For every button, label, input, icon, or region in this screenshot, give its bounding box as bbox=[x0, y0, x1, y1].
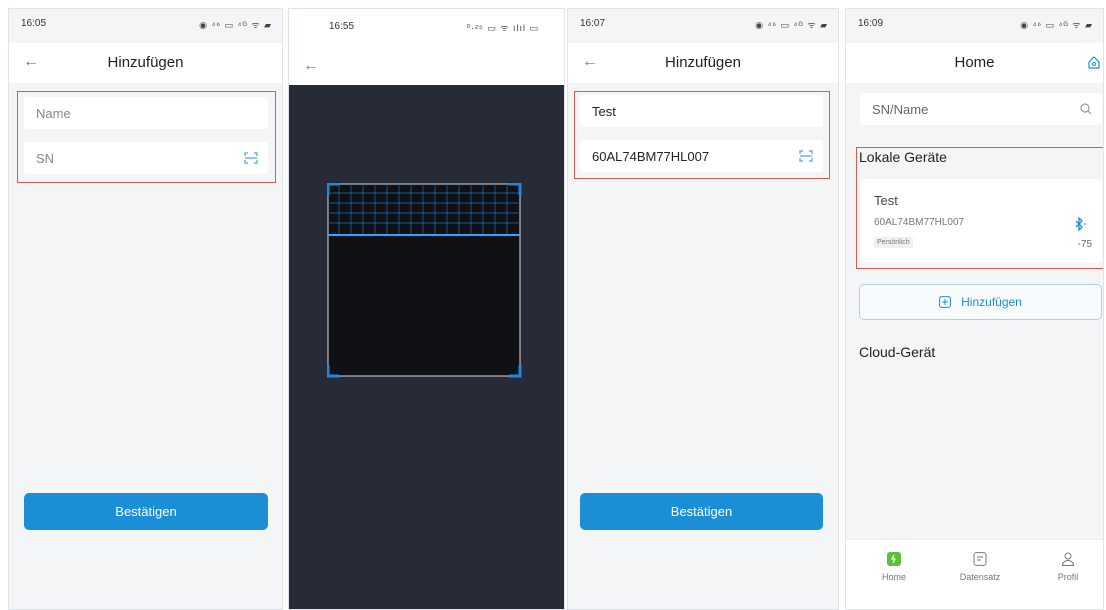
name-value: Test bbox=[592, 103, 616, 119]
phone-screen-add-filled: 16:07 ◉ ⁴⁶ ▭ ⁴ᴳ ᯤ ▰ ← Hinzufügen Test 60… bbox=[567, 8, 839, 610]
scan-frame bbox=[327, 183, 522, 378]
scan-icon[interactable] bbox=[244, 152, 258, 164]
name-input[interactable]: Test bbox=[580, 95, 823, 127]
app-header: ← Hinzufügen bbox=[9, 43, 282, 83]
status-bar: 16:09 ◉ ⁴⁶ ▭ ⁴ᴳ ᯤ ▰ bbox=[846, 9, 1103, 43]
search-placeholder: SN/Name bbox=[872, 101, 929, 117]
status-time: 16:07 bbox=[580, 18, 606, 29]
device-card[interactable]: Test 60AL74BM77HL007 Persönlich -75 bbox=[860, 179, 1102, 263]
plus-icon bbox=[939, 296, 952, 308]
status-time: 16:55 bbox=[329, 21, 355, 32]
status-bar: 16:07 ◉ ⁴⁶ ▭ ⁴ᴳ ᯤ ▰ bbox=[568, 9, 838, 43]
record-icon bbox=[973, 552, 987, 566]
search-icon bbox=[1080, 103, 1092, 115]
device-name: Test bbox=[874, 193, 898, 208]
page-title: Home bbox=[954, 54, 995, 71]
confirm-button[interactable]: Bestätigen bbox=[24, 493, 268, 530]
section-cloud-devices: Cloud-Gerät bbox=[859, 344, 936, 360]
status-time: 16:05 bbox=[21, 18, 47, 29]
add-device-button[interactable]: Hinzufügen bbox=[859, 284, 1102, 320]
confirm-button[interactable]: Bestätigen bbox=[580, 493, 823, 530]
app-header: ← bbox=[289, 43, 564, 85]
home-icon bbox=[887, 552, 901, 566]
name-placeholder: Name bbox=[36, 105, 71, 121]
tab-profil[interactable]: Profil bbox=[1038, 552, 1098, 582]
bluetooth-icon bbox=[1075, 217, 1086, 231]
section-local-devices: Lokale Geräte bbox=[859, 149, 947, 165]
sn-placeholder: SN bbox=[36, 150, 55, 166]
tab-home-label: Home bbox=[881, 572, 906, 582]
status-icons: ⁰·²⁵ ▭ ᯤ ılıl ▭ bbox=[466, 23, 539, 33]
status-icons: ◉ ⁴⁶ ▭ ⁴ᴳ ᯤ ▰ bbox=[1020, 20, 1093, 30]
status-icons: ◉ ⁴⁶ ▭ ⁴ᴳ ᯤ ▰ bbox=[199, 20, 272, 30]
app-header: Home bbox=[846, 43, 1103, 83]
page-title: Hinzufügen bbox=[107, 54, 184, 71]
status-bar: 16:05 ◉ ⁴⁶ ▭ ⁴ᴳ ᯤ ▰ bbox=[9, 9, 282, 43]
sn-input[interactable]: 60AL74BM77HL007 bbox=[580, 140, 823, 172]
sn-value: 60AL74BM77HL007 bbox=[592, 148, 710, 164]
device-rssi: -75 bbox=[1077, 239, 1092, 250]
profile-icon bbox=[1061, 552, 1075, 566]
phone-screen-add-empty: 16:05 ◉ ⁴⁶ ▭ ⁴ᴳ ᯤ ▰ ← Hinzufügen Name SN… bbox=[8, 8, 283, 610]
home-scan-icon[interactable] bbox=[1087, 55, 1101, 69]
tab-datensatz[interactable]: Datensatz bbox=[950, 552, 1010, 582]
scan-icon[interactable] bbox=[799, 150, 813, 162]
name-input[interactable]: Name bbox=[24, 97, 268, 129]
page-title: Hinzufügen bbox=[665, 54, 741, 71]
device-sn: 60AL74BM77HL007 bbox=[874, 217, 965, 228]
search-input[interactable]: SN/Name bbox=[860, 93, 1102, 125]
status-bar: 16:55 ⁰·²⁵ ▭ ᯤ ılıl ▭ bbox=[289, 9, 564, 43]
phone-screen-home: 16:09 ◉ ⁴⁶ ▭ ⁴ᴳ ᯤ ▰ Home SN/Name Lokale … bbox=[845, 8, 1104, 610]
sn-input[interactable]: SN bbox=[24, 142, 268, 174]
screenshot-stage: 16:05 ◉ ⁴⁶ ▭ ⁴ᴳ ᯤ ▰ ← Hinzufügen Name SN… bbox=[0, 0, 1106, 610]
back-arrow-icon[interactable]: ← bbox=[303, 57, 319, 75]
tab-home[interactable]: Home bbox=[864, 552, 924, 582]
tab-profil-label: Profil bbox=[1057, 572, 1079, 582]
status-icons: ◉ ⁴⁶ ▭ ⁴ᴳ ᯤ ▰ bbox=[755, 20, 828, 30]
status-time: 16:09 bbox=[858, 18, 884, 29]
app-header: ← Hinzufügen bbox=[568, 43, 838, 83]
phone-screen-scanner: 16:55 ⁰·²⁵ ▭ ᯤ ılıl ▭ ← bbox=[288, 8, 565, 610]
bottom-tab-bar: Home Datensatz Profil bbox=[846, 539, 1103, 609]
add-device-label: Hinzufügen bbox=[961, 295, 1022, 309]
tab-datensatz-label: Datensatz bbox=[959, 572, 1001, 582]
device-tag: Persönlich bbox=[874, 237, 913, 248]
